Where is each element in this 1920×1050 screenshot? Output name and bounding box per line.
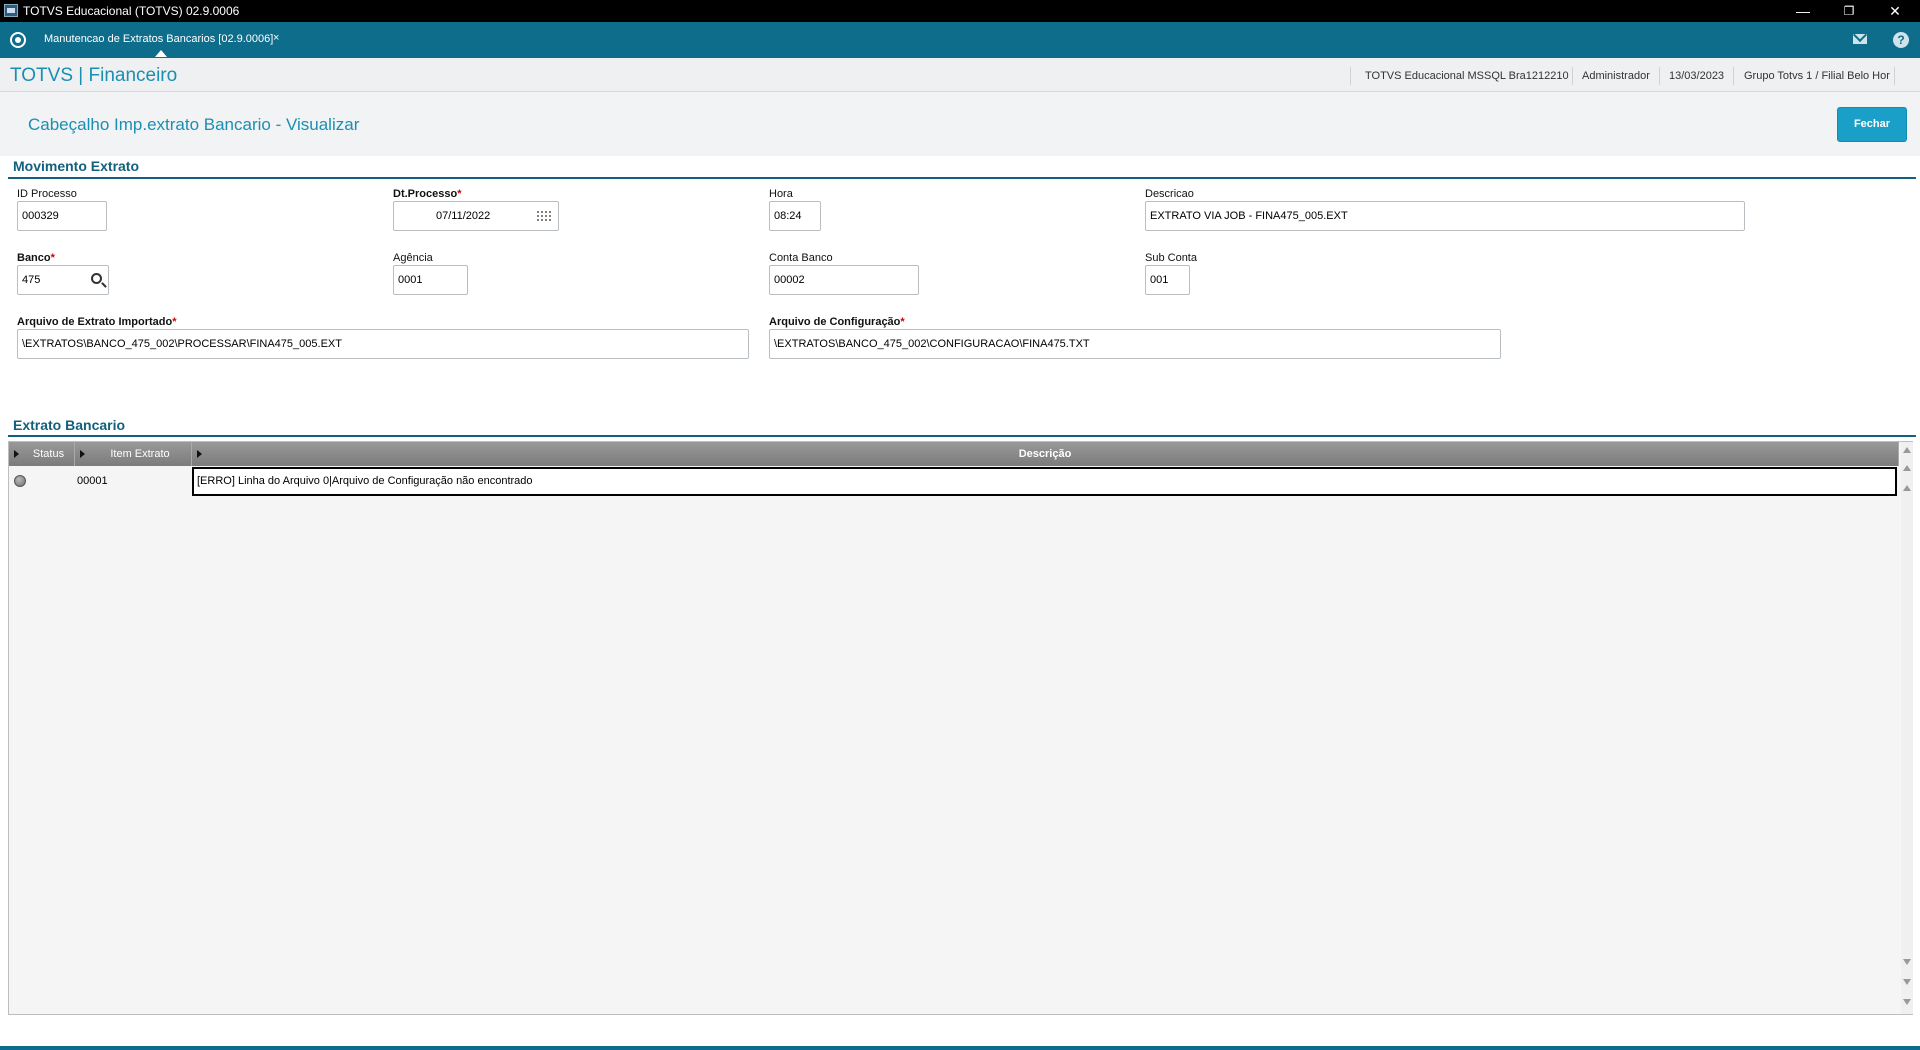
table-row[interactable]: 00001 [ERRO] Linha do Arquivo 0|Arquivo … xyxy=(9,467,1899,496)
mail-icon[interactable] xyxy=(1853,34,1867,44)
module-name: TOTVS | Financeiro xyxy=(10,65,178,86)
divider xyxy=(1659,67,1660,85)
user-info[interactable]: Administrador xyxy=(1582,70,1650,82)
id-processo-label: ID Processo xyxy=(17,188,77,200)
tab-bar: Manutencao de Extratos Bancarios [02.9.0… xyxy=(0,22,1920,58)
agencia-field[interactable]: 0001 xyxy=(393,265,468,295)
conta-banco-label: Conta Banco xyxy=(769,252,833,264)
descricao-cell[interactable]: [ERRO] Linha do Arquivo 0|Arquivo de Con… xyxy=(192,467,1897,496)
search-icon[interactable] xyxy=(91,273,102,284)
arquivo-extrato-label: Arquivo de Extrato Importado* xyxy=(17,316,177,328)
sub-conta-field[interactable]: 001 xyxy=(1145,265,1190,295)
vertical-scrollbar[interactable] xyxy=(1901,442,1913,1014)
conta-banco-field[interactable]: 00002 xyxy=(769,265,919,295)
close-button[interactable]: Fechar xyxy=(1837,107,1907,142)
scroll-down-icon[interactable] xyxy=(1903,959,1911,965)
date-info[interactable]: 13/03/2023 xyxy=(1669,70,1724,82)
descricao-label: Descricao xyxy=(1145,188,1194,200)
scroll-top-icon[interactable] xyxy=(1903,447,1911,453)
hora-label: Hora xyxy=(769,188,793,200)
banco-value: 475 xyxy=(22,274,41,286)
environment-info: TOTVS Educacional MSSQL Bra1212210 xyxy=(1365,70,1569,82)
divider xyxy=(1733,67,1734,85)
section-title-extrato: Extrato Bancario xyxy=(13,417,126,433)
window-title-bar: TOTVS Educacional (TOTVS) 02.9.0006 — ❐ … xyxy=(0,0,1920,22)
banco-field[interactable]: 475 xyxy=(17,265,109,295)
tab-close-icon[interactable]: × xyxy=(273,32,279,44)
status-indicator-icon xyxy=(14,475,26,487)
arquivo-config-label: Arquivo de Configuração* xyxy=(769,316,905,328)
banco-label: Banco* xyxy=(17,252,55,264)
hora-field[interactable]: 08:24 xyxy=(769,201,821,231)
scroll-up-icon[interactable] xyxy=(1903,485,1911,491)
minimize-button[interactable]: — xyxy=(1783,1,1823,21)
dt-processo-value: 07/11/2022 xyxy=(436,210,491,222)
divider xyxy=(1350,67,1351,85)
scroll-page-down-icon[interactable] xyxy=(1903,979,1911,985)
module-header: TOTVS | Financeiro TOTVS Educacional MSS… xyxy=(0,58,1920,92)
section-divider xyxy=(8,177,1916,179)
home-icon[interactable] xyxy=(10,32,26,48)
dt-processo-field[interactable]: 07/11/2022 xyxy=(393,201,559,231)
column-header-item-extrato[interactable]: Item Extrato xyxy=(75,442,192,466)
descricao-field[interactable]: EXTRATO VIA JOB - FINA475_005.EXT xyxy=(1145,201,1745,231)
dt-processo-label: Dt.Processo* xyxy=(393,188,462,200)
window-title: TOTVS Educacional (TOTVS) 02.9.0006 xyxy=(23,4,240,18)
arquivo-config-field[interactable]: \EXTRATOS\BANCO_475_002\CONFIGURACAO\FIN… xyxy=(769,329,1501,359)
column-header-descricao[interactable]: Descrição xyxy=(192,442,1899,466)
active-tab-indicator xyxy=(155,50,167,57)
page-title: Cabeçalho Imp.extrato Bancario - Visuali… xyxy=(28,115,360,134)
help-icon[interactable]: ? xyxy=(1893,32,1909,48)
item-extrato-cell: 00001 xyxy=(77,475,108,487)
scroll-bottom-icon[interactable] xyxy=(1903,999,1911,1005)
extrato-grid[interactable]: Status Item Extrato Descrição 00001 [ERR… xyxy=(8,441,1913,1015)
arquivo-extrato-field[interactable]: \EXTRATOS\BANCO_475_002\PROCESSAR\FINA47… xyxy=(17,329,749,359)
column-menu-icon[interactable] xyxy=(80,450,85,458)
divider xyxy=(1572,67,1573,85)
sub-conta-label: Sub Conta xyxy=(1145,252,1197,264)
close-window-button[interactable]: ✕ xyxy=(1875,1,1915,21)
id-processo-field[interactable]: 000329 xyxy=(17,201,107,231)
scroll-page-up-icon[interactable] xyxy=(1903,465,1911,471)
column-menu-icon[interactable] xyxy=(14,450,19,458)
agencia-label: Agência xyxy=(393,252,433,264)
app-icon xyxy=(4,4,18,17)
grid-header: Status Item Extrato Descrição xyxy=(9,442,1899,466)
calendar-icon[interactable] xyxy=(536,210,552,223)
restore-button[interactable]: ❐ xyxy=(1829,1,1869,21)
column-header-status[interactable]: Status xyxy=(9,442,75,466)
section-title-movimento: Movimento Extrato xyxy=(13,158,140,174)
branch-info[interactable]: Grupo Totvs 1 / Filial Belo Hor xyxy=(1744,70,1890,82)
page-header: Cabeçalho Imp.extrato Bancario - Visuali… xyxy=(0,92,1920,156)
window-bottom-border xyxy=(0,1046,1920,1050)
divider xyxy=(1894,67,1895,85)
section-divider xyxy=(8,435,1916,437)
column-menu-icon[interactable] xyxy=(197,450,202,458)
